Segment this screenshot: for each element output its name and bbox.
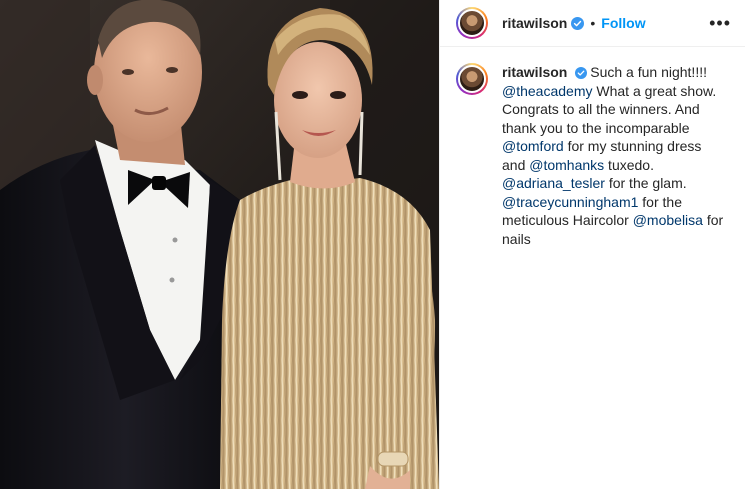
instagram-post: ritawilson • Follow ••• ritawilson Such … bbox=[0, 0, 745, 489]
post-sidebar: ritawilson • Follow ••• ritawilson Such … bbox=[439, 0, 745, 489]
caption-segment: for the glam. bbox=[604, 175, 687, 191]
follow-button[interactable]: Follow bbox=[601, 15, 645, 31]
post-photo-illustration bbox=[0, 0, 439, 489]
mention-link[interactable]: @tomhanks bbox=[529, 157, 604, 173]
verified-badge-icon bbox=[575, 67, 588, 79]
mention-link[interactable]: @tomford bbox=[502, 138, 564, 154]
caption-segment: Such a fun night!!!! bbox=[590, 64, 707, 80]
caption-segment: tuxedo. bbox=[604, 156, 654, 173]
header-separator: • bbox=[590, 15, 596, 31]
caption-avatar[interactable] bbox=[456, 63, 488, 95]
profile-avatar[interactable] bbox=[456, 7, 488, 39]
more-options-icon[interactable]: ••• bbox=[709, 14, 731, 32]
post-header: ritawilson • Follow ••• bbox=[440, 0, 745, 47]
caption-text: ritawilson Such a fun night!!!! @theacad… bbox=[502, 63, 724, 248]
avatar-image bbox=[458, 65, 486, 93]
post-photo[interactable] bbox=[0, 0, 439, 489]
caption-row: ritawilson Such a fun night!!!! @theacad… bbox=[440, 47, 745, 248]
caption-username-link[interactable]: ritawilson bbox=[502, 64, 567, 80]
verified-badge-icon bbox=[571, 16, 585, 30]
avatar-image bbox=[458, 9, 486, 37]
mention-link[interactable]: @traceycunningham1 bbox=[502, 194, 638, 210]
mention-link[interactable]: @theacademy bbox=[502, 83, 592, 99]
username-link[interactable]: ritawilson bbox=[502, 15, 567, 31]
mention-link[interactable]: @adriana_tesler bbox=[502, 175, 605, 191]
mention-link[interactable]: @mobelisa bbox=[633, 212, 703, 228]
